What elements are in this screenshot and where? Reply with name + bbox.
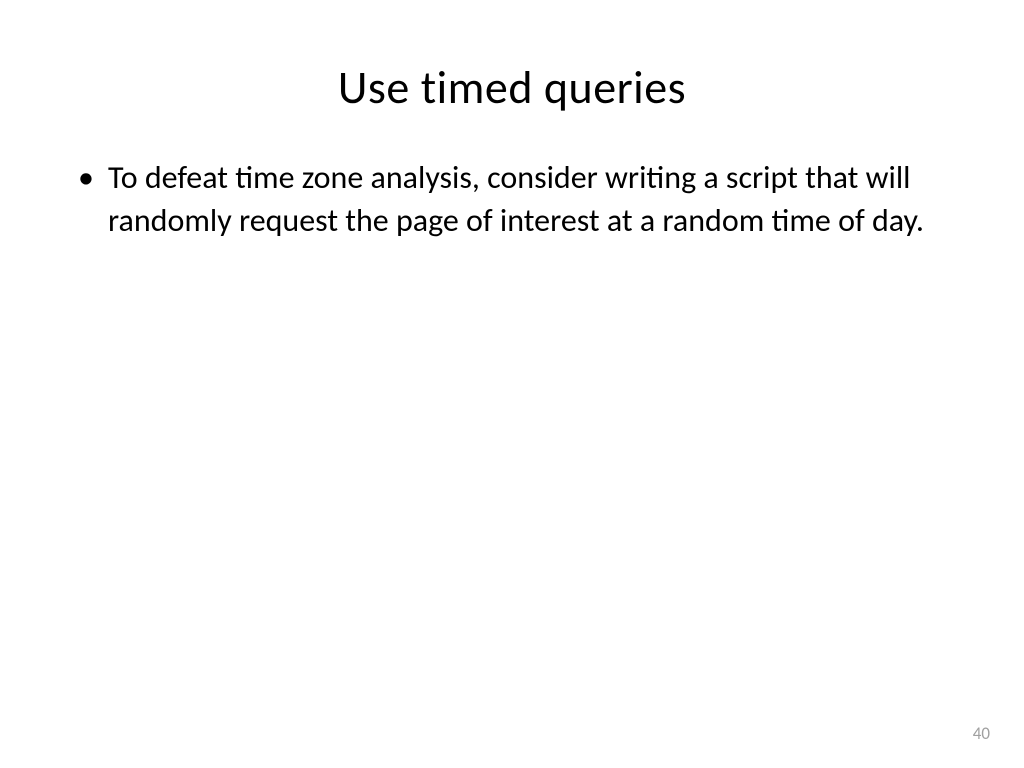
slide-content: To defeat time zone analysis, consider w…: [0, 156, 1024, 242]
bullet-item: To defeat time zone analysis, consider w…: [72, 156, 952, 242]
bullet-list: To defeat time zone analysis, consider w…: [72, 156, 952, 242]
page-number: 40: [973, 723, 990, 744]
slide-title: Use timed queries: [0, 0, 1024, 156]
